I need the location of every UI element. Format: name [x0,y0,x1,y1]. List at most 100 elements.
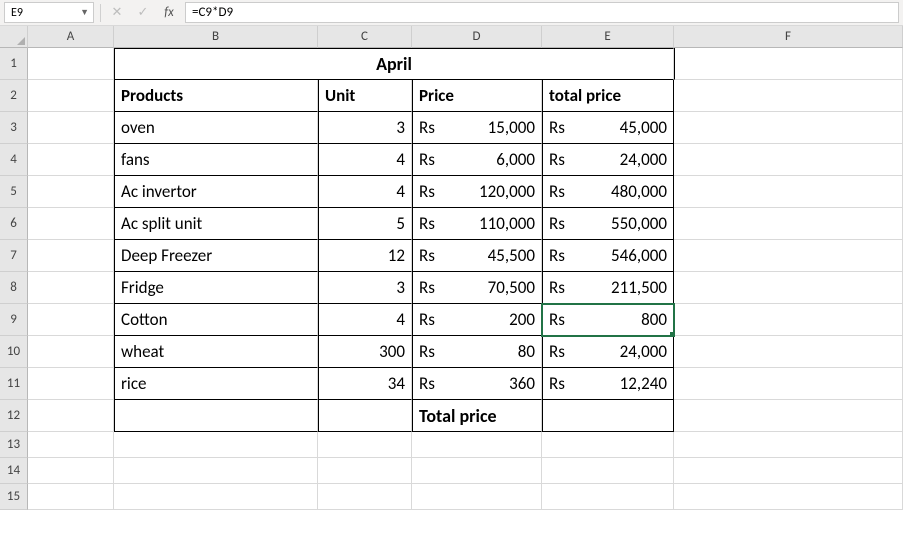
row-header[interactable]: 11 [0,368,28,400]
cell[interactable] [674,400,903,432]
product-name[interactable]: Ac invertor [114,176,318,208]
cell[interactable] [674,432,903,458]
product-unit[interactable]: 3 [318,112,412,144]
cell[interactable] [412,458,542,484]
select-all-corner[interactable] [0,26,28,48]
row-header[interactable]: 8 [0,272,28,304]
cell[interactable] [28,144,114,176]
product-name[interactable]: oven [114,112,318,144]
col-header-e[interactable]: E [542,26,674,48]
product-unit[interactable]: 300 [318,336,412,368]
row-header[interactable]: 9 [0,304,28,336]
row-header[interactable]: 13 [0,432,28,458]
col-header-b[interactable]: B [114,26,318,48]
col-header-c[interactable]: C [318,26,412,48]
cell[interactable] [674,272,903,304]
row-header[interactable]: 3 [0,112,28,144]
product-unit[interactable]: 4 [318,144,412,176]
product-total[interactable]: Rs546,000 [542,240,674,272]
cell[interactable] [28,176,114,208]
cell[interactable] [412,432,542,458]
cell[interactable] [674,112,903,144]
cell[interactable] [28,304,114,336]
row-header[interactable]: 15 [0,484,28,510]
row-header[interactable]: 1 [0,48,28,80]
cell-a2[interactable] [28,80,114,112]
cell[interactable] [674,484,903,510]
cell[interactable] [28,336,114,368]
header-price[interactable]: Price [412,80,542,112]
cell[interactable] [318,400,412,432]
cell[interactable] [114,458,318,484]
product-name[interactable]: fans [114,144,318,176]
cell[interactable] [28,400,114,432]
cell-f1[interactable] [674,48,903,80]
product-unit[interactable]: 3 [318,272,412,304]
cell[interactable] [674,240,903,272]
cell[interactable] [412,484,542,510]
title-cell[interactable]: April [114,48,674,80]
cell[interactable] [542,458,674,484]
row-header[interactable]: 10 [0,336,28,368]
row-header[interactable]: 14 [0,458,28,484]
product-price[interactable]: Rs6,000 [412,144,542,176]
formula-input[interactable]: =C9*D9 [185,2,899,23]
cell-f2[interactable] [674,80,903,112]
row-header[interactable]: 7 [0,240,28,272]
product-total[interactable]: Rs45,000 [542,112,674,144]
product-total[interactable]: Rs211,500 [542,272,674,304]
cell[interactable] [674,368,903,400]
product-total[interactable]: Rs24,000 [542,144,674,176]
product-price[interactable]: Rs200 [412,304,542,336]
product-price[interactable]: Rs110,000 [412,208,542,240]
cell[interactable] [28,112,114,144]
row-header[interactable]: 6 [0,208,28,240]
row-header[interactable]: 2 [0,80,28,112]
cell[interactable] [542,432,674,458]
cell[interactable] [28,432,114,458]
cancel-icon[interactable]: ✕ [107,5,127,20]
cell[interactable] [674,336,903,368]
product-unit[interactable]: 5 [318,208,412,240]
spreadsheet-grid[interactable]: A B C D E F 1 April 2 Products Unit Pric… [0,26,903,510]
row-header[interactable]: 4 [0,144,28,176]
product-unit[interactable]: 4 [318,176,412,208]
footer-total[interactable] [542,400,674,432]
selected-cell-e9[interactable]: Rs800 [542,304,674,336]
cell[interactable] [674,304,903,336]
header-unit[interactable]: Unit [318,80,412,112]
fx-icon[interactable]: fx [159,5,179,20]
product-name[interactable]: wheat [114,336,318,368]
cell[interactable] [318,484,412,510]
col-header-d[interactable]: D [412,26,542,48]
enter-icon[interactable]: ✓ [133,5,153,20]
product-unit[interactable]: 4 [318,304,412,336]
product-price[interactable]: Rs360 [412,368,542,400]
row-header[interactable]: 5 [0,176,28,208]
product-name[interactable]: rice [114,368,318,400]
product-total[interactable]: Rs550,000 [542,208,674,240]
cell[interactable] [318,458,412,484]
cell[interactable] [674,176,903,208]
product-price[interactable]: Rs15,000 [412,112,542,144]
product-name[interactable]: Cotton [114,304,318,336]
product-price[interactable]: Rs70,500 [412,272,542,304]
product-total[interactable]: Rs480,000 [542,176,674,208]
cell[interactable] [28,272,114,304]
cell[interactable] [318,432,412,458]
cell[interactable] [28,484,114,510]
cell[interactable] [542,484,674,510]
product-total[interactable]: Rs12,240 [542,368,674,400]
name-box[interactable]: E9 ▼ [4,2,94,23]
product-unit[interactable]: 34 [318,368,412,400]
product-price[interactable]: Rs45,500 [412,240,542,272]
cell[interactable] [114,432,318,458]
header-total[interactable]: total price [542,80,674,112]
cell[interactable] [28,240,114,272]
cell[interactable] [674,458,903,484]
cell-a1[interactable] [28,48,114,80]
product-price[interactable]: Rs120,000 [412,176,542,208]
product-price[interactable]: Rs80 [412,336,542,368]
product-unit[interactable]: 12 [318,240,412,272]
col-header-f[interactable]: F [674,26,903,48]
